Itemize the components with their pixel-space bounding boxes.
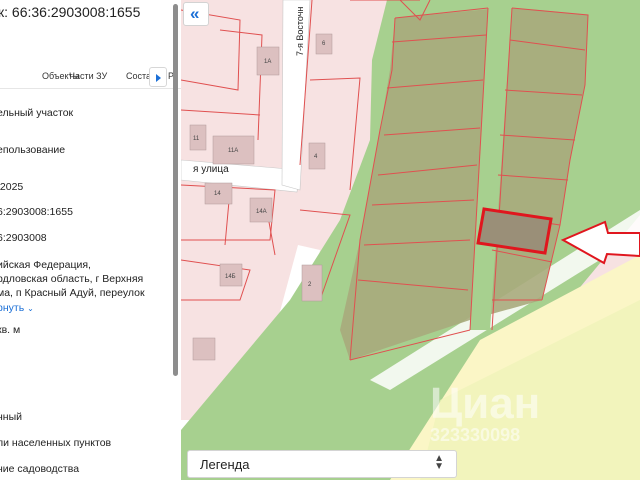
field-address-line2: рдловская область, г Верхняя (0, 273, 144, 285)
tab-parts[interactable]: Части ЗУ (69, 71, 107, 81)
legend-dropdown[interactable]: Легенда ▲ ▼ (187, 450, 457, 478)
field-address-line1: ийская Федерация, (0, 259, 91, 271)
collapse-panel-button[interactable]: « (183, 2, 209, 26)
map-canvas: я улица 7-я Восточн 1А 11 11А 6 4 14 14А… (181, 0, 640, 480)
map-view[interactable]: я улица 7-я Восточн 1А 11 11А 6 4 14 14А… (181, 0, 640, 480)
label-1a: 1А (264, 59, 271, 65)
watermark-logo: Циан (430, 379, 540, 428)
up-down-chevron-icon: ▲ ▼ (434, 453, 444, 472)
info-panel: к: 66:36:2903008:1655 Объекты Части ЗУ С… (0, 0, 181, 480)
building-2 (301, 264, 323, 302)
collapse-address-link[interactable]: рнуть ⌄ (0, 302, 34, 315)
field-object-type: ельный участок (0, 107, 74, 119)
field-usage: епользование (0, 144, 66, 156)
label-11a: 11А (228, 148, 238, 154)
street-vertical-label: 7-я Восточн (295, 7, 305, 56)
legend-label: Легенда (200, 457, 250, 472)
label-14a: 14А (256, 209, 267, 215)
street-label: я улица (193, 164, 229, 175)
field-address-line3: ма, п Красный Адуй, переулок (0, 287, 145, 299)
double-chevron-left-icon: « (190, 4, 200, 23)
tabs-scroll-right-button[interactable] (149, 67, 167, 87)
cadastral-title: к: 66:36:2903008:1655 (0, 4, 141, 20)
field-quarter: 6:2903008 (0, 232, 47, 244)
field-status: нный (0, 411, 23, 423)
panel-scrollbar[interactable] (173, 4, 178, 376)
collapse-link-label: рнуть (0, 302, 25, 314)
label-14b: 14Б (225, 274, 236, 280)
field-area-unit: кв. м (0, 324, 21, 336)
field-land-category: ли населенных пунктов (0, 437, 112, 449)
field-cadastral-number: 6:2903008:1655 (0, 206, 73, 218)
field-permitted-use: ние садоводства (0, 463, 80, 475)
label-14: 14 (214, 191, 221, 197)
watermark-id: 323330098 (430, 425, 520, 445)
field-date: .2025 (0, 181, 24, 193)
label-11: 11 (193, 136, 200, 142)
chevron-down-icon: ⌄ (27, 304, 34, 313)
building-small (192, 337, 216, 361)
